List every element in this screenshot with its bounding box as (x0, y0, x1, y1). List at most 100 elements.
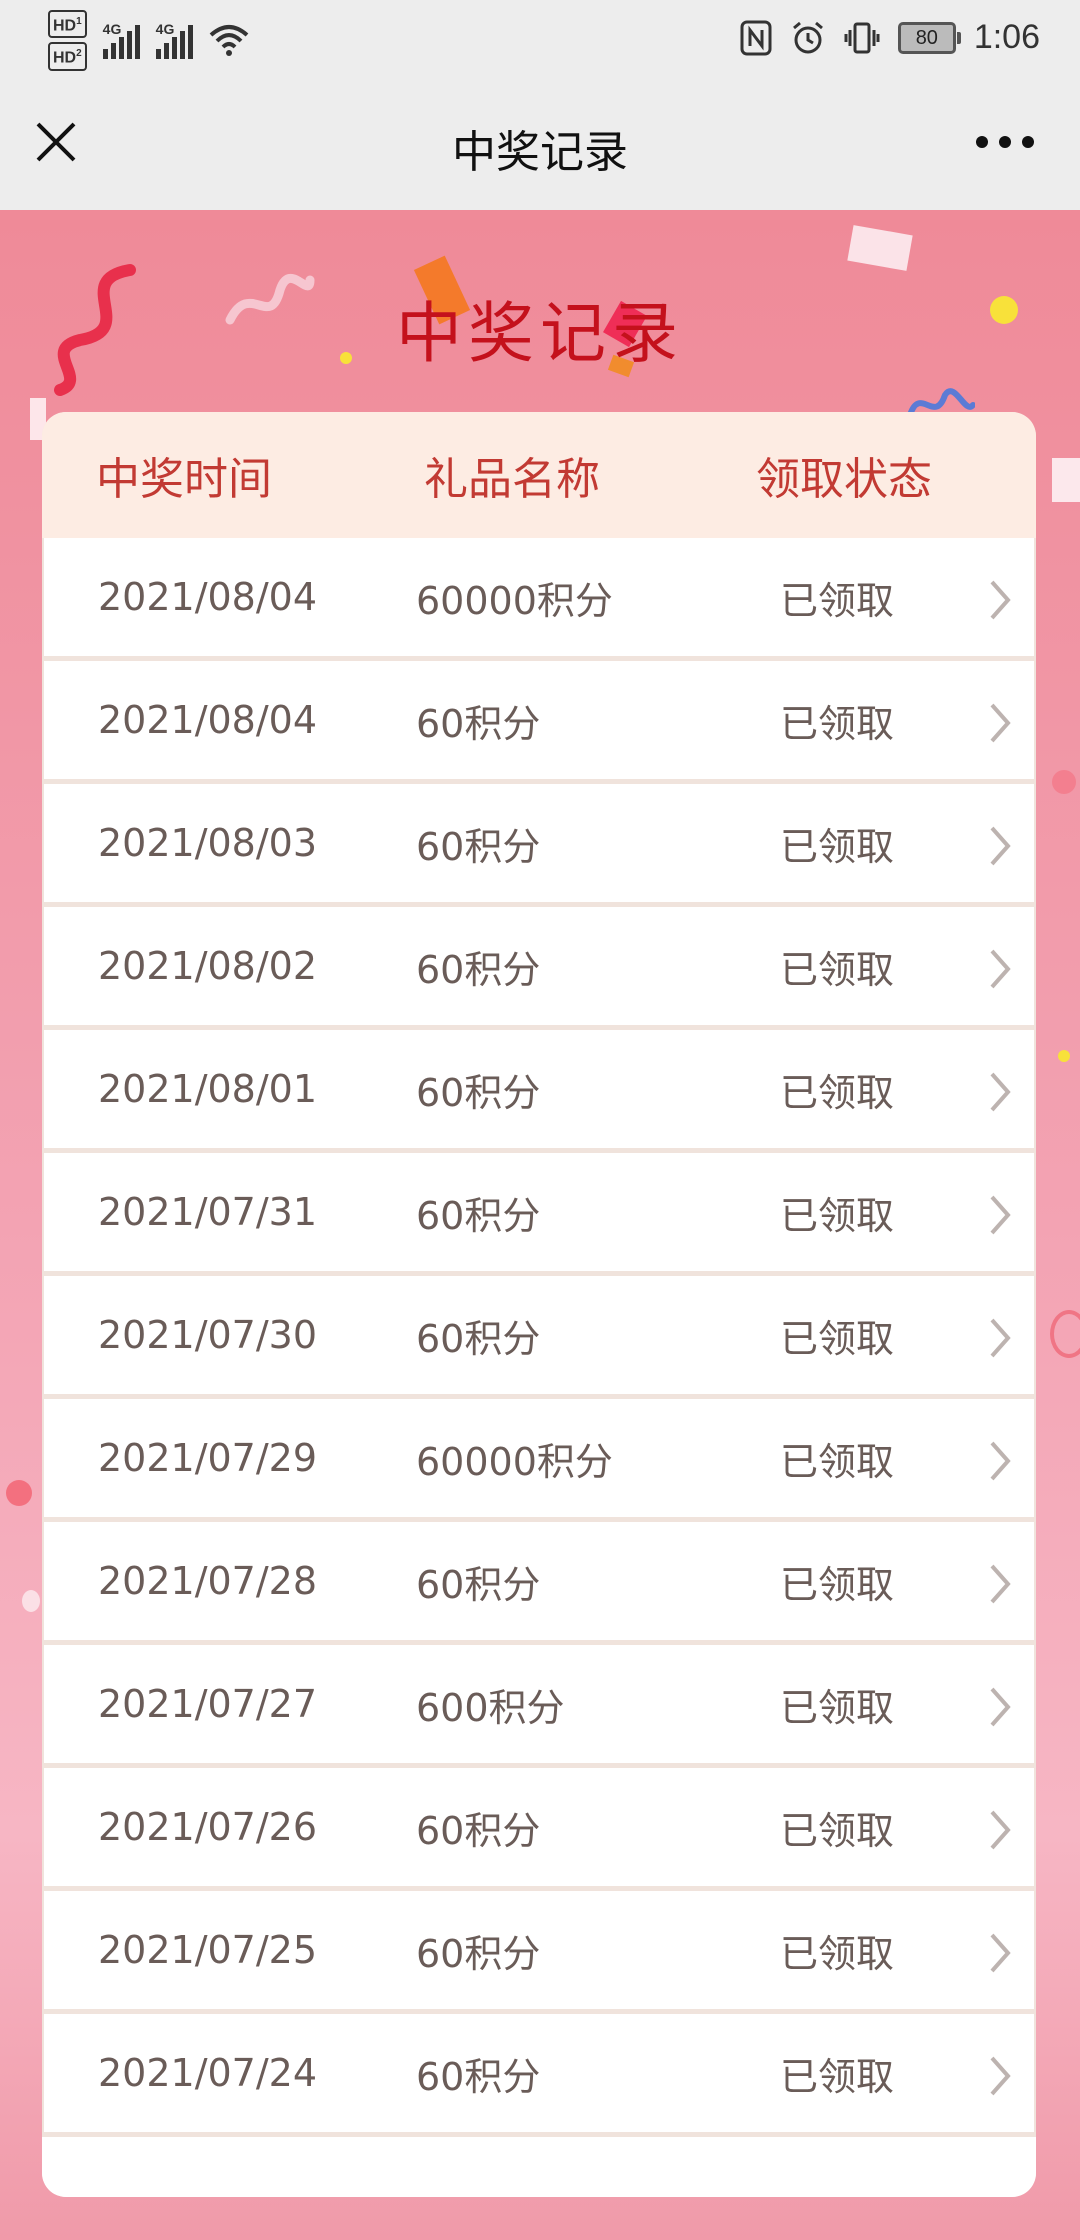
status-left: HD1 HD2 4G 4G (48, 10, 249, 71)
alarm-icon (792, 21, 823, 53)
row-time: 2021/07/25 (98, 1928, 318, 1972)
chevron-right-icon (990, 1195, 1011, 1235)
row-time: 2021/07/24 (98, 2051, 318, 2095)
table-row[interactable]: 2021/07/28 60积分 已领取 (44, 1522, 1034, 1640)
confetti-piece (847, 225, 913, 271)
table-row[interactable]: 2021/08/04 60000积分 已领取 (44, 538, 1034, 656)
confetti-piece (6, 1480, 32, 1506)
table-row[interactable]: 2021/07/27 600积分 已领取 (44, 1645, 1034, 1763)
chevron-right-icon (990, 826, 1011, 866)
nfc-icon (740, 20, 772, 55)
battery-icon: 80 (897, 21, 961, 54)
confetti-piece (1052, 770, 1076, 794)
row-gift: 60积分 (416, 1070, 541, 1115)
table-rows: 2021/08/04 60000积分 已领取 2021/08/04 60积分 已… (42, 538, 1036, 2132)
row-status: 已领取 (780, 1316, 895, 1361)
clock-time: 1:06 (973, 18, 1040, 56)
row-time: 2021/07/26 (98, 1805, 318, 1849)
row-gift: 600积分 (416, 1685, 565, 1730)
signal-icon-1: 4G (102, 21, 140, 60)
hd1-sub: 1 (76, 16, 82, 27)
hd1-label: HD (53, 17, 77, 35)
chevron-right-icon (990, 1318, 1011, 1358)
confetti-piece (22, 1590, 40, 1612)
chevron-right-icon (990, 1564, 1011, 1604)
row-time: 2021/08/01 (98, 1067, 318, 1111)
hd2-badge: HD2 (48, 42, 87, 71)
hero-title: 中奖记录 (396, 295, 684, 372)
row-status: 已领取 (780, 1439, 895, 1484)
main-area: 中奖记录 中奖时间 礼品名称 领取状态 2021/08/04 60000积分 已… (0, 210, 1080, 2240)
row-time: 2021/07/31 (98, 1190, 318, 1234)
signal-icon-2: 4G (155, 21, 193, 60)
chevron-right-icon (990, 1441, 1011, 1481)
table-row[interactable]: 2021/07/30 60积分 已领取 (44, 1276, 1034, 1394)
row-time: 2021/07/29 (98, 1436, 318, 1480)
wifi-icon (209, 25, 248, 57)
row-status: 已领取 (780, 701, 895, 746)
confetti-piece (1058, 1050, 1070, 1062)
page-title: 中奖记录 (452, 127, 628, 178)
hd2-sub: 2 (76, 48, 82, 60)
row-gift: 60积分 (416, 1931, 541, 1976)
row-gift: 60积分 (416, 1562, 541, 1607)
confetti-piece (1050, 1310, 1080, 1358)
table-row[interactable]: 2021/08/03 60积分 已领取 (44, 784, 1034, 902)
network-label-2: 4G (155, 21, 175, 38)
row-status: 已领取 (780, 2054, 895, 2099)
table-row[interactable]: 2021/08/04 60积分 已领取 (44, 661, 1034, 779)
table-row[interactable]: 2021/07/29 60000积分 已领取 (44, 1399, 1034, 1517)
row-time: 2021/07/28 (98, 1559, 318, 1603)
status-bar: HD1 HD2 4G 4G 80 1:06 (0, 0, 1080, 78)
row-gift: 60积分 (416, 824, 541, 869)
vibrate-icon (844, 22, 880, 53)
table-row[interactable]: 2021/07/24 60积分 已领取 (44, 2014, 1034, 2132)
hd1-badge: HD1 (48, 10, 87, 39)
chevron-right-icon (990, 1687, 1011, 1727)
row-status: 已领取 (780, 1562, 895, 1607)
row-gift: 60积分 (416, 701, 541, 746)
row-status: 已领取 (780, 824, 895, 869)
battery-level: 80 (915, 26, 938, 49)
chevron-right-icon (990, 949, 1011, 989)
table-row[interactable]: 2021/08/02 60积分 已领取 (44, 907, 1034, 1025)
row-status: 已领取 (780, 1685, 895, 1730)
chevron-right-icon (990, 703, 1011, 743)
row-time: 2021/07/27 (98, 1682, 318, 1726)
row-time: 2021/08/04 (98, 698, 318, 742)
row-gift: 60000积分 (416, 1439, 613, 1484)
row-gift: 60积分 (416, 1316, 541, 1361)
row-status: 已领取 (780, 1193, 895, 1238)
row-status: 已领取 (780, 578, 895, 623)
table-row[interactable]: 2021/07/25 60积分 已领取 (44, 1891, 1034, 2009)
table-row[interactable]: 2021/07/26 60积分 已领取 (44, 1768, 1034, 1886)
table-header: 中奖时间 礼品名称 领取状态 (42, 412, 1036, 538)
row-status: 已领取 (780, 947, 895, 992)
row-status: 已领取 (780, 1808, 895, 1853)
hd-indicators: HD1 HD2 (48, 10, 87, 71)
row-gift: 60000积分 (416, 578, 613, 623)
table-row[interactable]: 2021/08/01 60积分 已领取 (44, 1030, 1034, 1148)
chevron-right-icon (990, 1933, 1011, 1973)
row-time: 2021/08/04 (98, 575, 318, 619)
status-right: 80 1:06 (740, 18, 1040, 57)
chevron-right-icon (990, 1810, 1011, 1850)
confetti-piece (1052, 458, 1080, 502)
records-table: 中奖时间 礼品名称 领取状态 2021/08/04 60000积分 已领取 20… (42, 412, 1036, 2197)
row-gift: 60积分 (416, 2054, 541, 2099)
more-icon[interactable] (970, 124, 1040, 160)
row-status: 已领取 (780, 1070, 895, 1115)
chevron-right-icon (990, 1072, 1011, 1112)
header-time: 中奖时间 (96, 454, 272, 505)
row-status: 已领取 (780, 1931, 895, 1976)
chevron-right-icon (990, 580, 1011, 620)
row-gift: 60积分 (416, 947, 541, 992)
header-status: 领取状态 (756, 454, 932, 505)
nav-bar: 中奖记录 (0, 78, 1080, 210)
row-gift: 60积分 (416, 1193, 541, 1238)
table-row[interactable]: 2021/07/31 60积分 已领取 (44, 1153, 1034, 1271)
row-time: 2021/08/02 (98, 944, 318, 988)
header-gift: 礼品名称 (424, 454, 600, 505)
hd2-label: HD (53, 49, 77, 67)
network-label-1: 4G (102, 21, 122, 38)
